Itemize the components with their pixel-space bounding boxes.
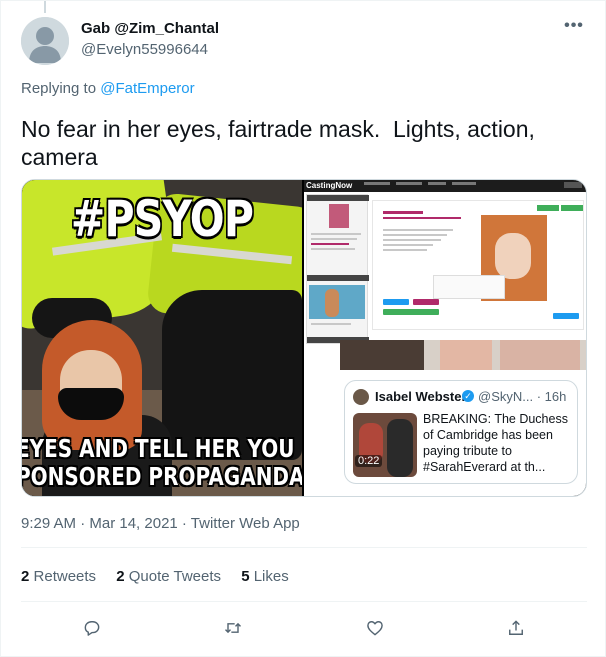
nav-item <box>364 182 390 185</box>
site-button <box>561 205 583 211</box>
default-avatar-icon <box>21 17 69 65</box>
sidebar-text-line <box>311 238 357 240</box>
verified-badge-icon: ✓ <box>462 390 474 402</box>
site-button <box>537 205 559 211</box>
quote-tweets-count: 2 <box>116 568 125 585</box>
author-block: Gab @Zim_Chantal @Evelyn55996644 <box>81 19 219 60</box>
nav-item <box>452 182 476 185</box>
embedded-avatar <box>353 389 369 405</box>
replying-to-link[interactable]: @FatEmperor <box>100 80 194 97</box>
strip-photo <box>340 340 424 370</box>
portrait-face <box>495 233 531 279</box>
share-icon <box>509 620 523 635</box>
site-button <box>383 299 409 305</box>
profile-text-line <box>383 249 427 251</box>
tweet-timestamp[interactable]: 9:29 AM · Mar 14, 2021 · Twitter Web App <box>21 515 300 532</box>
retweet-button[interactable] <box>218 613 248 643</box>
share-button[interactable] <box>501 613 531 643</box>
tweet-container: Gab @Zim_Chantal @Evelyn55996644 ••• Rep… <box>0 0 606 657</box>
embedded-author-handle: @SkyN... · 16h <box>478 389 567 404</box>
tweet-stats: 2 Retweets 2 Quote Tweets 5 Likes <box>21 568 305 585</box>
site-button <box>553 313 579 319</box>
sidebar-text-line <box>311 233 361 235</box>
retweets-stat[interactable]: 2 Retweets <box>21 568 96 585</box>
more-options-icon[interactable]: ••• <box>563 15 585 37</box>
nav-item <box>428 182 446 185</box>
quote-tweets-label: Quote Tweets <box>128 568 222 585</box>
meme-bottom-caption: EYES AND TELL HER YOU PONSORED PROPAGAND… <box>22 434 302 491</box>
likes-stat[interactable]: 5 Likes <box>241 568 289 585</box>
profile-text-line <box>383 229 453 231</box>
sidebar-header <box>307 275 369 281</box>
profile-text-line <box>383 239 441 241</box>
author-display-name[interactable]: Gab @Zim_Chantal <box>81 19 219 39</box>
likes-count: 5 <box>241 568 250 585</box>
reply-button[interactable] <box>77 613 107 643</box>
like-button[interactable] <box>360 613 390 643</box>
sidebar-header <box>307 195 369 201</box>
photo-strip <box>340 340 586 370</box>
reply-icon <box>84 621 100 636</box>
strip-photo <box>500 340 580 370</box>
embedded-author-name: Isabel Webster <box>375 389 467 404</box>
thread-line <box>44 1 46 13</box>
sidebar-photo-figure <box>325 289 339 317</box>
embedded-tweet: Isabel Webster ✓ @SkyN... · 16h 0:22 BRE… <box>344 380 578 484</box>
replying-to-prefix: Replying to <box>21 80 101 97</box>
profile-text-line <box>383 244 433 246</box>
meme-bottom-line-1: EYES AND TELL HER YOU <box>22 434 295 463</box>
author-handle[interactable]: @Evelyn55996644 <box>81 40 219 60</box>
media-image-left[interactable]: #PSYOP EYES AND TELL HER YOU PONSORED PR… <box>22 180 302 496</box>
face-mask <box>58 388 124 420</box>
likes-label: Likes <box>253 568 289 585</box>
site-button <box>383 309 439 315</box>
share-profile-box <box>433 275 505 299</box>
media-image-right[interactable]: CastingNow Isabel Webster ✓ @SkyN... · 1… <box>304 180 586 496</box>
nav-item <box>396 182 422 185</box>
tweet-text: No fear in her eyes, fairtrade mask. Lig… <box>21 116 542 170</box>
avatar[interactable] <box>21 17 69 65</box>
like-icon <box>367 621 383 636</box>
quote-tweets-stat[interactable]: 2 Quote Tweets <box>116 568 221 585</box>
retweet-icon <box>224 622 242 634</box>
thumbnail-figure <box>387 419 413 477</box>
profile-title-line <box>383 217 461 219</box>
profile-name-line <box>383 211 423 214</box>
casting-site-logo: CastingNow <box>306 181 353 190</box>
profile-text-line <box>383 234 447 236</box>
casting-site-navbar: CastingNow <box>304 180 586 192</box>
video-duration: 0:22 <box>355 455 383 467</box>
retweets-label: Retweets <box>33 568 97 585</box>
sidebar-text-line <box>311 248 355 250</box>
strip-photo <box>440 340 492 370</box>
meme-top-caption: #PSYOP <box>70 190 254 248</box>
embedded-video-thumbnail <box>353 413 417 477</box>
casting-profile-card <box>372 200 584 330</box>
embedded-tweet-text: BREAKING: The Duchess of Cambridge has b… <box>423 412 568 474</box>
site-button <box>413 299 439 305</box>
nav-item <box>564 182 582 188</box>
divider <box>21 547 587 548</box>
sidebar-thumbnail <box>329 204 349 228</box>
sidebar-text-line <box>311 323 351 325</box>
replying-to: Replying to @FatEmperor <box>21 80 195 97</box>
casting-site-sidebar <box>306 194 369 344</box>
meme-bottom-line-2: PONSORED PROPAGANDA <box>22 462 302 491</box>
tweet-media[interactable]: #PSYOP EYES AND TELL HER YOU PONSORED PR… <box>21 179 587 497</box>
retweets-count: 2 <box>21 568 30 585</box>
sidebar-text-line <box>311 243 349 245</box>
divider <box>21 601 587 602</box>
tweet-actions <box>21 613 587 643</box>
